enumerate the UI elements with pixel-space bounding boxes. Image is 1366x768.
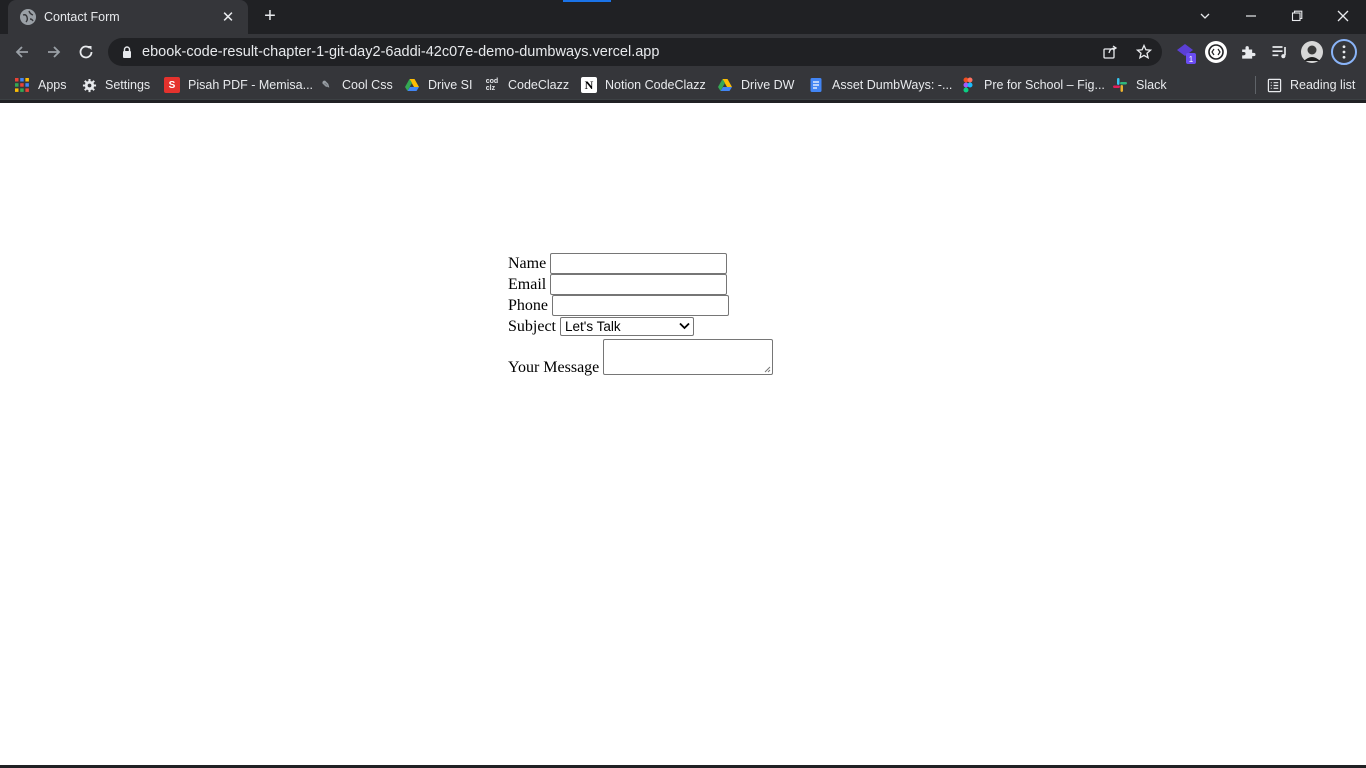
bookmark-label: Slack [1136,78,1167,92]
lock-icon[interactable] [120,45,134,59]
bookmark-codeclazz[interactable]: cod clz CodeClazz [484,76,569,94]
tab-contact-form[interactable]: Contact Form ✕ [8,0,248,34]
name-input[interactable] [550,253,728,274]
address-bar[interactable]: ebook-code-result-chapter-1-git-day2-6ad… [108,38,1162,66]
extension-circle-icon[interactable] [1204,40,1228,64]
phone-row: Phone [508,295,773,316]
bookmarks-bar: Apps Settings S Pisah PDF - Memisa... ✎ … [0,70,1366,100]
message-row: Your Message [508,336,774,376]
email-label: Email [508,276,547,293]
subject-selected-value: Let's Talk [565,318,621,334]
google-docs-icon [808,77,824,93]
notion-icon: N [581,77,597,93]
bookmark-label: Settings [105,78,151,92]
tab-search-chevron-icon[interactable] [1182,0,1228,32]
apps-grid-icon [14,77,30,93]
bookmark-pisah-pdf[interactable]: S Pisah PDF - Memisa... [164,76,313,94]
coolcss-icon: ✎ [321,79,331,91]
bookmark-drive-si[interactable]: Drive SI [404,76,472,94]
subject-select[interactable]: Let's Talk [560,316,694,336]
browser-toolbar: ebook-code-result-chapter-1-git-day2-6ad… [0,34,1366,70]
reading-list-label: Reading list [1290,78,1356,92]
share-icon[interactable] [1102,44,1118,60]
name-row: Name [508,253,773,274]
bookmarks-divider [1255,76,1256,94]
bookmark-slack[interactable]: Slack [1112,76,1167,94]
url-text: ebook-code-result-chapter-1-git-day2-6ad… [142,44,660,60]
google-drive-icon [717,77,733,93]
menu-kebab-icon[interactable] [1331,39,1357,65]
codeclazz-icon: cod clz [485,78,499,92]
email-row: Email [508,274,773,295]
email-input[interactable] [550,274,728,295]
minimize-icon[interactable] [1228,0,1274,32]
bookmark-apps[interactable]: Apps [14,76,67,94]
pdf-s-icon: S [164,77,180,93]
subject-row: Subject Let's Talk [508,316,773,336]
close-tab-icon[interactable]: ✕ [220,9,236,26]
chevron-down-icon [679,322,690,330]
phone-input[interactable] [552,295,729,316]
globe-icon [20,9,36,25]
bookmark-settings[interactable]: Settings [81,76,150,94]
bookmark-label: CodeClazz [508,78,570,92]
contact-form: Name Email Phone Subject Let's Talk Your… [508,253,774,376]
tab-title: Contact Form [44,10,120,24]
bookmark-label: Notion CodeClazz [605,78,706,92]
bookmark-label: Drive DW [741,78,795,92]
figma-icon [960,77,976,93]
new-tab-plus-icon[interactable]: + [258,6,282,28]
bookmark-label: Cool Css [342,78,393,92]
resize-grip-icon[interactable] [763,365,771,373]
extension-badge: 1 [1189,55,1194,64]
media-queue-icon[interactable] [1268,40,1292,64]
message-textarea[interactable] [603,339,774,375]
phone-label: Phone [508,297,548,314]
bookmark-notion-codeclazz[interactable]: N Notion CodeClazz [581,76,706,94]
reading-list-button[interactable]: Reading list [1266,76,1355,94]
bookmark-star-icon[interactable] [1136,44,1152,60]
extension-purple-icon[interactable]: 1 [1174,40,1198,64]
bookmark-label: Drive SI [428,78,473,92]
slack-icon [1112,77,1128,93]
bookmark-label: Asset DumbWays: -... [832,78,953,92]
reload-icon[interactable] [73,39,99,65]
bookmark-pre-for-school[interactable]: Pre for School – Fig... [960,76,1105,94]
restore-icon[interactable] [1274,0,1320,32]
tab-strip: Contact Form ✕ + [0,0,1366,34]
bookmark-label: Pisah PDF - Memisa... [188,78,314,92]
subject-label: Subject [508,317,556,335]
extensions-puzzle-icon[interactable] [1236,40,1260,64]
bookmark-label: Apps [38,78,67,92]
close-window-icon[interactable] [1320,0,1366,32]
bookmark-drive-dw[interactable]: Drive DW [717,76,794,94]
gear-icon [81,77,97,93]
name-label: Name [508,255,547,272]
google-drive-icon [404,77,420,93]
reading-list-icon [1266,77,1282,93]
message-label: Your Message [508,359,600,376]
avatar[interactable] [1300,40,1324,64]
page-content: Name Email Phone Subject Let's Talk Your… [0,103,1366,766]
bookmark-label: Pre for School – Fig... [984,78,1105,92]
bookmark-cool-css[interactable]: ✎ Cool Css [318,76,393,94]
tab-drag-indicator [563,0,611,2]
browser-chrome: Contact Form ✕ + ebook-code-result-chapt… [0,0,1366,103]
bookmark-asset-dumbways[interactable]: Asset DumbWays: -... [808,76,952,94]
forward-arrow-icon[interactable] [41,39,67,65]
back-arrow-icon[interactable] [9,39,35,65]
